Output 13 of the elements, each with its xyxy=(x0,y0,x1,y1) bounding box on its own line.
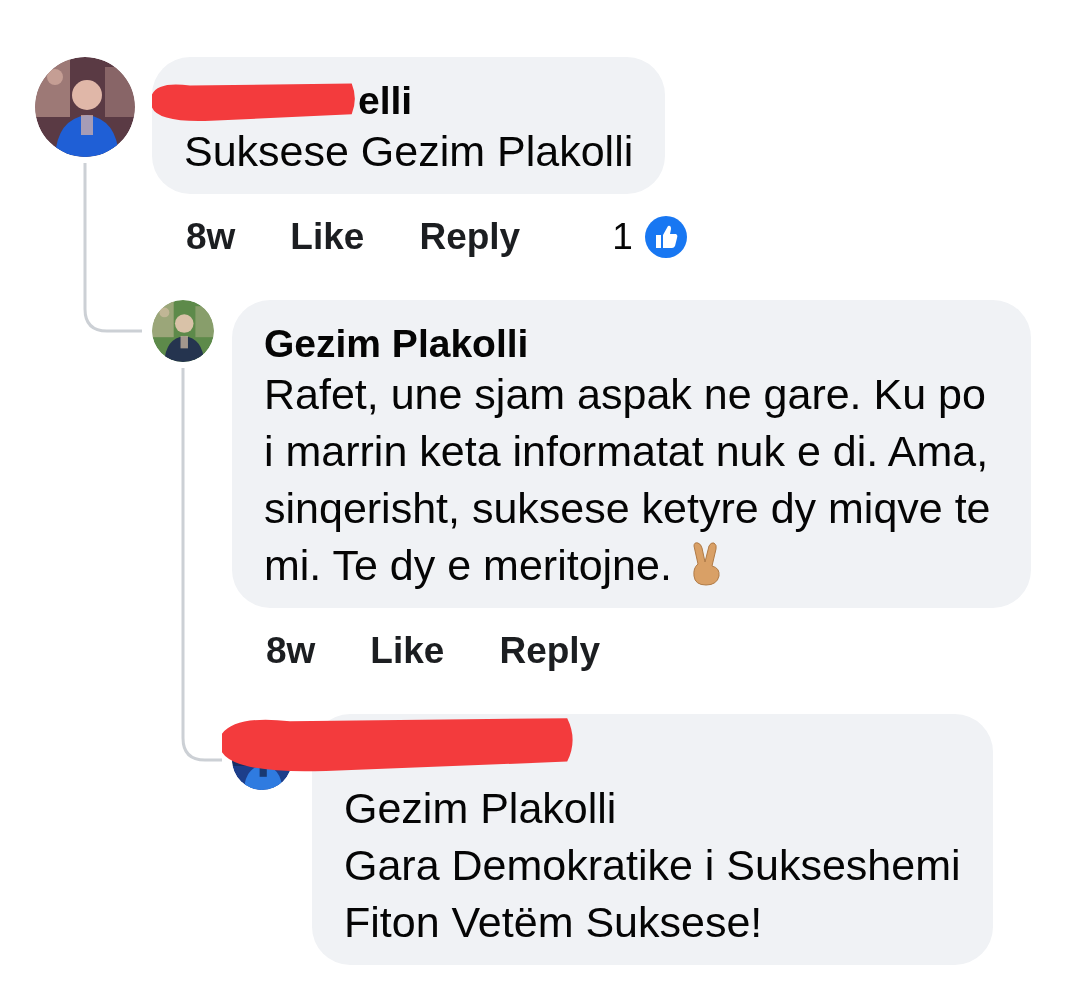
author-name[interactable]: elli xyxy=(358,79,413,123)
reply-button[interactable]: Reply xyxy=(419,216,521,258)
timestamp[interactable]: 8w xyxy=(186,216,236,258)
reaction-count: 1 xyxy=(612,216,633,258)
like-button[interactable]: Like xyxy=(290,216,365,258)
comment-text: Gezim Plakolli Gara Demokratike i Sukseshemi Fiton Vetëm Suksese! xyxy=(344,784,961,946)
reply-button[interactable]: Reply xyxy=(499,630,601,672)
comment-text: Rafet, une sjam aspak ne gare. Ku po i marrin keta informatat nuk e di. Ama, sinqerisht, suksese ketyre dy miqve te mi. Te dy e meritojne. xyxy=(264,370,991,589)
like-button[interactable]: Like xyxy=(370,630,445,672)
comment-text: Suksese Gezim Plakolli xyxy=(184,127,634,175)
timestamp[interactable]: 8w xyxy=(266,630,316,672)
thumbs-up-icon[interactable] xyxy=(644,216,687,258)
author-name[interactable]: Gezim Plakolli xyxy=(264,322,529,366)
